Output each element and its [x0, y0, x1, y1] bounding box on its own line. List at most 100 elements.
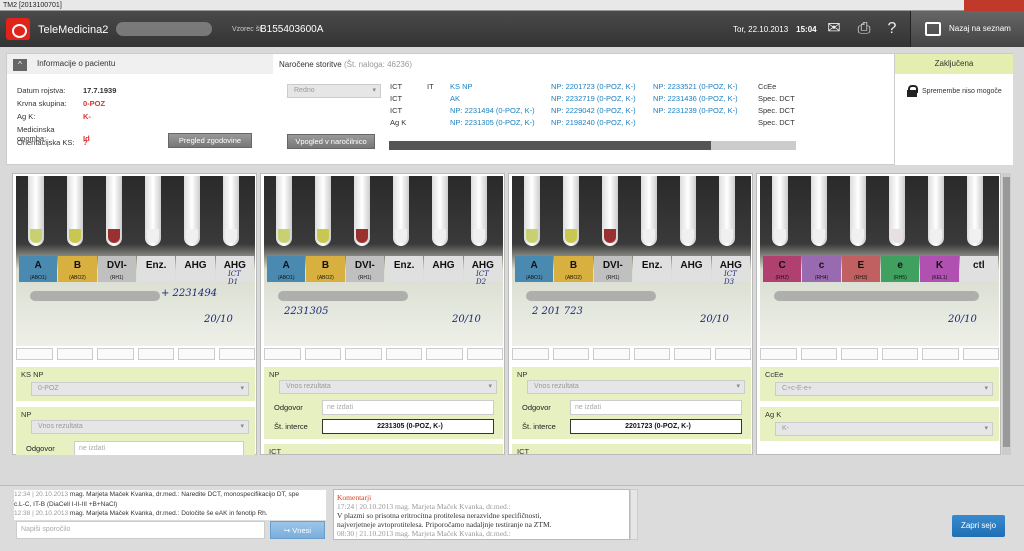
tube-content [108, 229, 120, 243]
tube-content [774, 229, 786, 243]
tube-content [186, 229, 198, 243]
result-boxes [760, 348, 999, 360]
np-select[interactable]: Vnos rezultata [31, 420, 249, 434]
handwritten-id: 2231305 [284, 306, 329, 317]
result-box[interactable] [552, 348, 589, 360]
comments-scrollbar[interactable] [630, 489, 638, 540]
result-box[interactable] [841, 348, 878, 360]
ag-k-select[interactable]: K- [775, 422, 993, 436]
comments-title: Komentarji [337, 493, 372, 502]
result-box[interactable] [922, 348, 959, 360]
gel-tube [354, 176, 370, 246]
result-box[interactable] [178, 348, 215, 360]
gel-tube [432, 176, 448, 246]
result-box[interactable] [385, 348, 422, 360]
id-input[interactable]: 2201723 (0-POZ, K-) [570, 419, 742, 434]
gel-card-photo: A (ABO1) B (ABO2) DVI- (RH1) Enz. AHG AHG 2231305… [264, 176, 503, 346]
stripe-label: A (ABO1) [267, 256, 306, 282]
section-ag-k: Ag K K- [760, 407, 999, 441]
answer-input[interactable]: ne izdati [74, 441, 244, 455]
gel-tube [889, 176, 905, 246]
gel-card-stripes: A (ABO1) B (ABO2) DVI- (RH1) Enz. AHG AHG [267, 256, 502, 282]
tube-content [643, 229, 655, 243]
tube-content [434, 229, 446, 243]
cards-scrollbar[interactable] [1002, 173, 1011, 455]
result-box[interactable] [426, 348, 463, 360]
tube-content [682, 229, 694, 243]
comment-line: najverjetneje avtoprotitelesa. Priporoča… [337, 520, 552, 529]
tube-content [356, 229, 368, 243]
section-ks-np: KS NP 0-POZ [16, 367, 255, 401]
result-box[interactable] [962, 348, 999, 360]
tube-content [813, 229, 825, 243]
stripe-label: E (RH3) [841, 256, 880, 282]
gel-tube [680, 176, 696, 246]
gel-tube [719, 176, 735, 246]
handwritten-label: ICT D3 [724, 270, 737, 286]
chat-message: c.L-C, IT-B (DiaCell I-II-III +B+NaCl) [14, 500, 118, 508]
gel-tube [524, 176, 540, 246]
stripe-label: B (ABO2) [306, 256, 345, 282]
result-box[interactable] [881, 348, 918, 360]
tube-content [147, 229, 159, 243]
stripe-label: Enz. [384, 256, 424, 282]
redacted-label [278, 291, 408, 301]
result-box[interactable] [466, 348, 503, 360]
result-box[interactable] [800, 348, 837, 360]
tube-content [526, 229, 538, 243]
result-box[interactable] [97, 348, 134, 360]
handwritten-label: ICT D2 [476, 270, 489, 286]
send-button[interactable]: ↪ Vnesi [270, 521, 325, 539]
gel-tube [184, 176, 200, 246]
chat-input[interactable]: Napiši sporočilo [16, 521, 265, 539]
result-box[interactable] [512, 348, 549, 360]
result-box[interactable] [593, 348, 630, 360]
tube-content [852, 229, 864, 243]
id-input[interactable]: 2231305 (0-POZ, K-) [322, 419, 494, 434]
result-box[interactable] [714, 348, 751, 360]
tube-content [30, 229, 42, 243]
answer-input[interactable]: ne izdati [322, 400, 494, 415]
comment-meta: 08:30 | 21.10.2013 mag. Marjeta Maček Kv… [337, 529, 511, 538]
ccee-select[interactable]: C+c-E-e+ [775, 382, 993, 396]
gel-tube [145, 176, 161, 246]
stripe-label: c (RH4) [802, 256, 841, 282]
result-box[interactable] [264, 348, 301, 360]
gel-tube [28, 176, 44, 246]
gel-tube [563, 176, 579, 246]
stripe-label: DVI- (RH1) [593, 256, 632, 282]
tube-content [225, 229, 237, 243]
gel-card-stripes: A (ABO1) B (ABO2) DVI- (RH1) Enz. AHG AHG [19, 256, 254, 282]
np-select[interactable]: Vnos rezultata [527, 380, 745, 394]
handwritten-date: 20/10 [700, 314, 729, 325]
stripe-label: DVI- (RH1) [97, 256, 136, 282]
gel-tube [641, 176, 657, 246]
gel-card-photo: C (RH2) c (RH4) E (RH3) e (RH5) K (KEL1) ctl 20/10 [760, 176, 999, 346]
answer-label: Odgovor [522, 403, 551, 412]
tube-content [891, 229, 903, 243]
result-box[interactable] [137, 348, 174, 360]
stripe-label: Enz. [632, 256, 672, 282]
close-session-button[interactable]: Zapri sejo [952, 515, 1005, 537]
result-box[interactable] [633, 348, 670, 360]
gel-tube [67, 176, 83, 246]
stripe-label: C (RH2) [763, 256, 802, 282]
tube-content [721, 229, 733, 243]
np-select[interactable]: Vnos rezultata [279, 380, 497, 394]
result-box[interactable] [345, 348, 382, 360]
result-box[interactable] [218, 348, 255, 360]
ks-np-select[interactable]: 0-POZ [31, 382, 249, 396]
result-box[interactable] [760, 348, 797, 360]
gel-tube [106, 176, 122, 246]
result-box[interactable] [674, 348, 711, 360]
result-box[interactable] [16, 348, 53, 360]
gel-tube [223, 176, 239, 246]
comment-line: V plazmi so prisotna eritrocitna protite… [337, 511, 542, 520]
gel-card-stripes: C (RH2) c (RH4) E (RH3) e (RH5) K (KEL1) ctl [763, 256, 998, 282]
scroll-thumb[interactable] [1003, 177, 1010, 447]
gel-tube [315, 176, 331, 246]
result-box[interactable] [56, 348, 93, 360]
section-ict: ICT [512, 444, 751, 455]
result-box[interactable] [304, 348, 341, 360]
answer-input[interactable]: ne izdati [570, 400, 742, 415]
